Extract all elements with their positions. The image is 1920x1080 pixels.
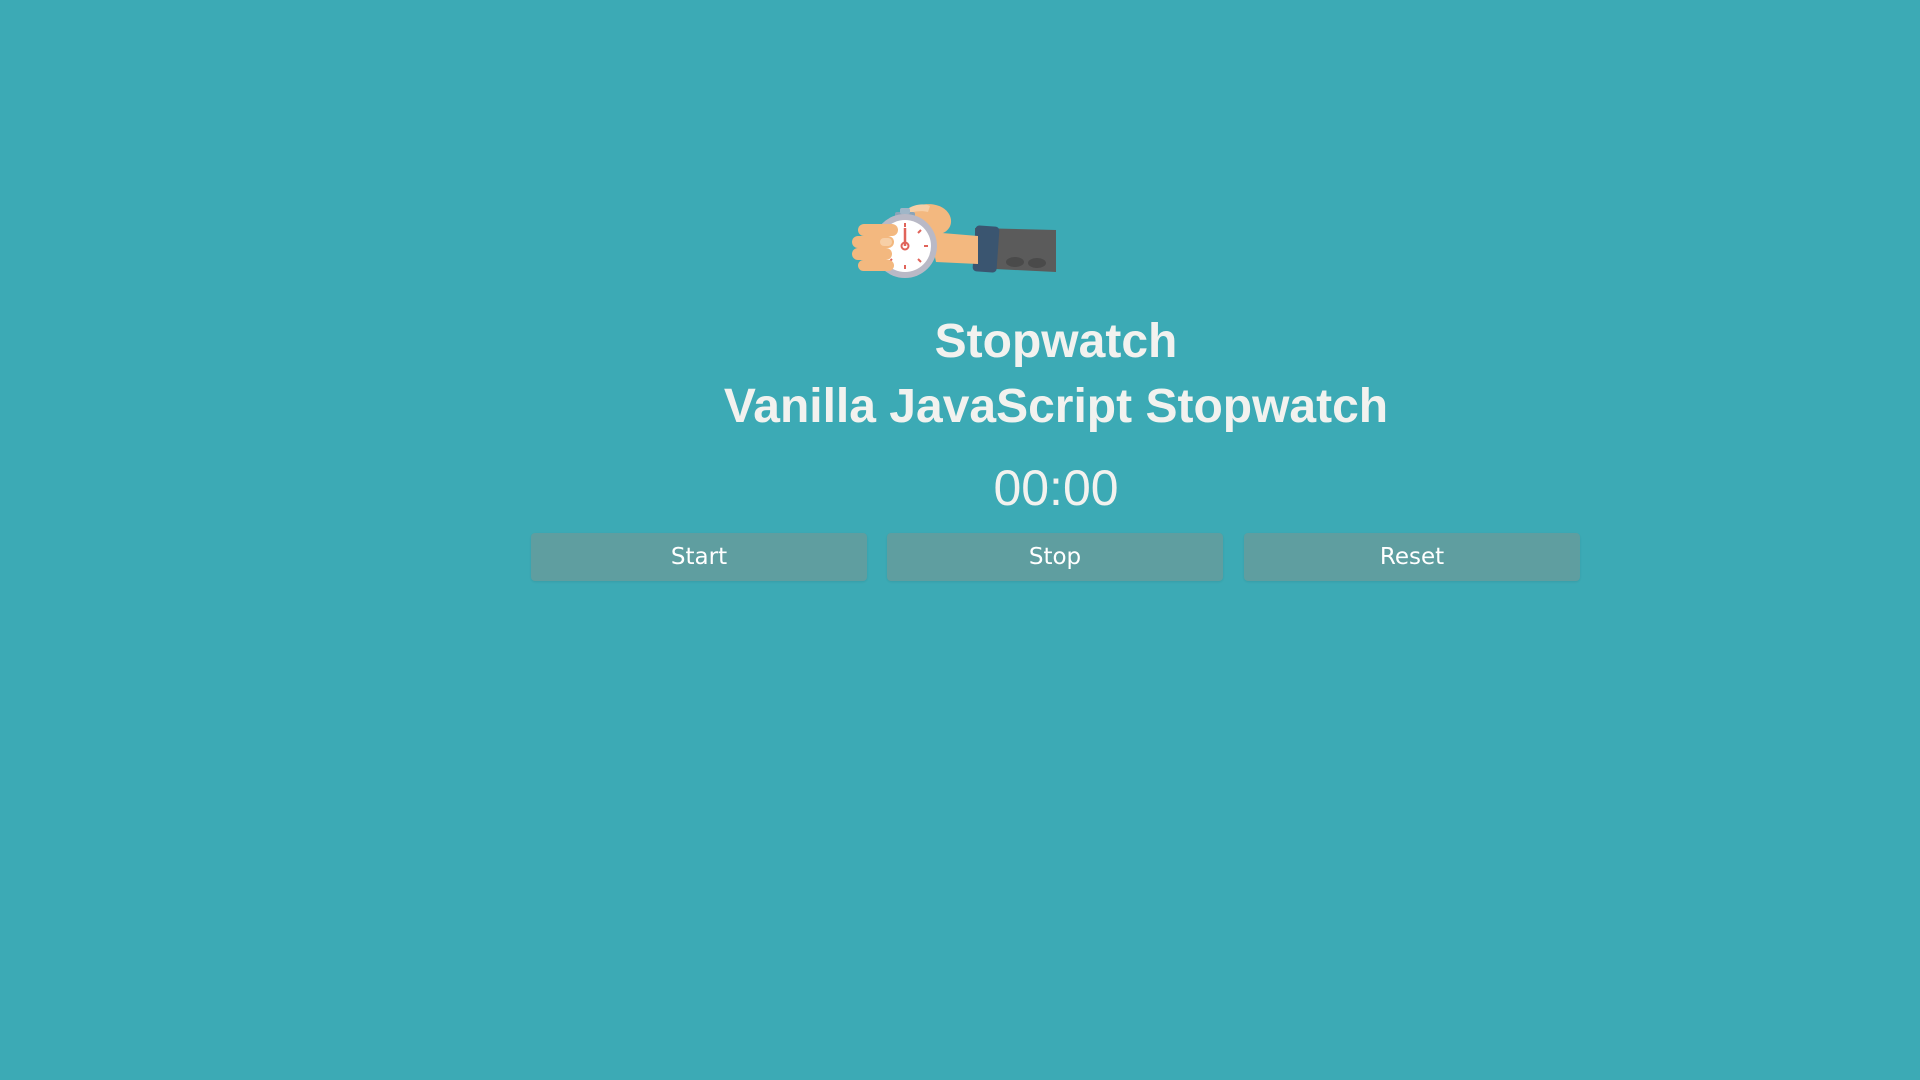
hand-holding-stopwatch-icon: [852, 204, 1056, 278]
timer-display: 00:00: [993, 460, 1119, 516]
controls-row: Start Stop Reset: [531, 533, 1581, 581]
start-button[interactable]: Start: [531, 533, 867, 581]
page-title: Stopwatch: [934, 315, 1178, 368]
reset-button[interactable]: Reset: [1244, 533, 1580, 581]
page-subtitle: Vanilla JavaScript Stopwatch: [723, 380, 1389, 433]
stop-button[interactable]: Stop: [887, 533, 1223, 581]
stopwatch-app: Stopwatch Vanilla JavaScript Stopwatch 0…: [0, 0, 1920, 1080]
